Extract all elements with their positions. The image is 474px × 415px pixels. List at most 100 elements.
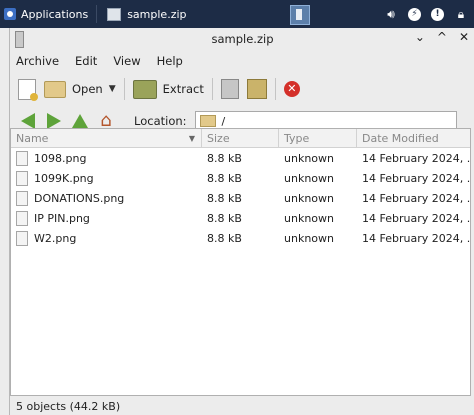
status-text: 5 objects (44.2 kB) <box>16 400 121 413</box>
table-row[interactable]: W2.png 8.8 kB unknown 14 February 2024, … <box>11 228 470 248</box>
stop-button[interactable]: ✕ <box>280 76 304 102</box>
file-name: 1098.png <box>34 151 87 165</box>
back-arrow-icon <box>21 113 35 129</box>
column-header-size[interactable]: Size <box>202 129 279 147</box>
table-row[interactable]: IP PIN.png 8.8 kB unknown 14 February 20… <box>11 208 470 228</box>
window-icon <box>107 7 122 21</box>
add-files-icon <box>220 79 239 99</box>
folder-icon <box>199 115 216 127</box>
open-button[interactable]: Open ▼ <box>40 76 120 102</box>
power-manager-icon[interactable]: ⚡︎ <box>408 7 421 21</box>
lock-icon[interactable]: 🔒︎ <box>454 7 468 21</box>
window-title: sample.zip <box>211 32 274 46</box>
status-bar: 5 objects (44.2 kB) <box>10 398 120 415</box>
file-name: 1099K.png <box>34 171 94 185</box>
folder-open-icon <box>44 80 66 98</box>
file-date: 14 February 2024, ... <box>362 171 470 185</box>
new-archive-icon <box>18 78 38 101</box>
column-name-label: Name <box>16 131 49 145</box>
system-tray: 🔊︎ ⚡︎ ! 🔒︎ <box>384 0 468 28</box>
taskbar-button-sample-zip[interactable]: sample.zip <box>101 0 192 28</box>
archive-window: sample.zip ⌄ ^ ✕ Archive Edit View Help … <box>9 28 474 415</box>
maximize-button[interactable]: ^ <box>437 30 447 44</box>
file-size: 8.8 kB <box>207 231 242 245</box>
window-controls: ⌄ ^ ✕ <box>415 30 469 44</box>
toolbar-divider <box>274 78 276 100</box>
extract-label: Extract <box>162 82 204 96</box>
panel-divider <box>96 5 98 23</box>
file-size: 8.8 kB <box>207 151 242 165</box>
volume-icon[interactable]: 🔊︎ <box>384 7 398 21</box>
file-size: 8.8 kB <box>207 191 242 205</box>
close-button[interactable]: ✕ <box>459 30 469 44</box>
up-arrow-icon <box>72 114 88 128</box>
menu-view[interactable]: View <box>113 54 140 68</box>
notification-icon[interactable]: ! <box>431 7 444 21</box>
forward-arrow-icon <box>47 113 61 129</box>
file-name-cell: DONATIONS.png <box>11 188 202 208</box>
table-row[interactable]: DONATIONS.png 8.8 kB unknown 14 February… <box>11 188 470 208</box>
location-value: / <box>221 114 226 128</box>
toolbar-divider <box>211 78 213 100</box>
column-type-label: Type <box>284 131 310 145</box>
file-icon <box>16 230 28 246</box>
file-name: DONATIONS.png <box>34 191 125 205</box>
column-header-date[interactable]: Date Modified <box>357 129 470 147</box>
column-date-label: Date Modified <box>362 131 439 145</box>
file-name: IP PIN.png <box>34 211 90 225</box>
file-list-header: Name ▼ Size Type Date Modified <box>11 129 470 148</box>
file-type: unknown <box>284 211 334 225</box>
file-name-cell: 1099K.png <box>11 168 202 188</box>
taskbar-label: sample.zip <box>127 7 187 21</box>
applications-menu[interactable]: Applications <box>0 0 92 28</box>
applications-label: Applications <box>21 7 89 21</box>
column-header-name[interactable]: Name ▼ <box>11 129 202 147</box>
stop-icon: ✕ <box>283 81 300 97</box>
new-archive-button[interactable] <box>14 76 40 102</box>
minimize-button[interactable]: ⌄ <box>415 30 425 44</box>
extract-icon <box>132 79 157 99</box>
file-list[interactable]: Name ▼ Size Type Date Modified 1098.png … <box>10 128 471 396</box>
add-folder-icon <box>246 79 267 99</box>
column-size-label: Size <box>207 131 230 145</box>
file-type: unknown <box>284 171 334 185</box>
file-date: 14 February 2024, ... <box>362 151 470 165</box>
sort-indicator-icon: ▼ <box>188 133 195 143</box>
title-bar[interactable]: sample.zip ⌄ ^ ✕ <box>10 28 474 50</box>
file-type: unknown <box>284 191 334 205</box>
file-icon <box>16 150 28 166</box>
file-date: 14 February 2024, ... <box>362 211 470 225</box>
location-label: Location: <box>134 114 187 128</box>
file-date: 14 February 2024, ... <box>362 191 470 205</box>
chevron-down-icon[interactable]: ▼ <box>109 84 116 94</box>
extract-button[interactable]: Extract <box>129 76 208 102</box>
zip-icon <box>15 31 24 48</box>
add-folder-button[interactable] <box>243 76 271 102</box>
menu-help[interactable]: Help <box>157 54 183 68</box>
column-header-type[interactable]: Type <box>279 129 357 147</box>
menu-archive[interactable]: Archive <box>16 54 59 68</box>
menu-edit[interactable]: Edit <box>75 54 97 68</box>
file-type: unknown <box>284 151 334 165</box>
file-icon <box>16 170 28 186</box>
menu-bar: Archive Edit View Help <box>10 50 474 72</box>
toolbar: Open ▼ Extract ✕ <box>10 72 474 106</box>
file-type: unknown <box>284 231 334 245</box>
applications-icon <box>4 8 16 20</box>
file-name-cell: W2.png <box>11 228 202 248</box>
table-row[interactable]: 1098.png 8.8 kB unknown 14 February 2024… <box>11 148 470 168</box>
workspace-switcher[interactable] <box>290 5 310 25</box>
file-date: 14 February 2024, ... <box>362 231 470 245</box>
add-files-button[interactable] <box>217 76 243 102</box>
table-row[interactable]: 1099K.png 8.8 kB unknown 14 February 202… <box>11 168 470 188</box>
file-name: W2.png <box>34 231 77 245</box>
toolbar-divider <box>123 78 125 100</box>
file-icon <box>16 190 28 206</box>
top-panel: Applications sample.zip 🔊︎ ⚡︎ ! 🔒︎ <box>0 0 474 28</box>
file-name-cell: IP PIN.png <box>11 208 202 228</box>
file-size: 8.8 kB <box>207 211 242 225</box>
file-icon <box>16 210 28 226</box>
file-name-cell: 1098.png <box>11 148 202 168</box>
file-size: 8.8 kB <box>207 171 242 185</box>
open-label: Open <box>72 82 103 96</box>
